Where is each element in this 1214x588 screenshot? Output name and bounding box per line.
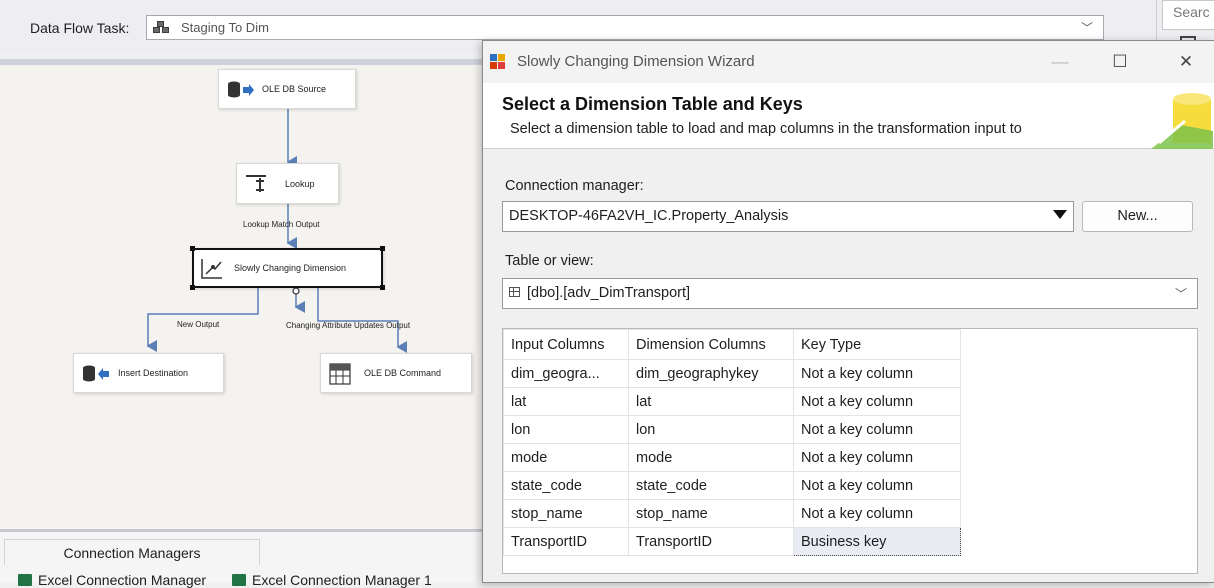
excel-connection-icon xyxy=(18,574,32,586)
close-icon[interactable]: ✕ xyxy=(1171,49,1201,75)
path-connectors xyxy=(146,108,407,353)
node-label: Slowly Changing Dimension xyxy=(234,263,347,273)
wizard-page-title: Select a Dimension Table and Keys xyxy=(502,94,803,114)
dimension-column-cell[interactable]: state_code xyxy=(628,471,794,500)
table-row[interactable]: mode mode Not a key column xyxy=(503,443,961,472)
connection-manager-name: Excel Connection Manager xyxy=(38,572,207,588)
table-or-view-select[interactable]: [dbo].[adv_DimTransport] ﹀ xyxy=(502,278,1198,309)
table-or-view-label: Table or view: xyxy=(505,253,594,269)
node-ole-db-source[interactable]: OLE DB Source xyxy=(218,69,356,109)
resize-handle[interactable] xyxy=(380,246,385,251)
node-lookup[interactable]: Lookup xyxy=(236,163,339,204)
key-type-cell[interactable]: Not a key column xyxy=(793,359,961,388)
key-type-cell[interactable]: Not a key column xyxy=(793,387,961,416)
key-type-cell[interactable]: Not a key column xyxy=(793,415,961,444)
connection-managers-panel: Connection Managers Excel Connection Man… xyxy=(0,529,482,588)
chevron-down-icon[interactable]: ﹀ xyxy=(1175,285,1187,302)
maximize-icon[interactable]: ☐ xyxy=(1105,49,1135,75)
connection-manager-item[interactable]: Excel Connection Manager 1 xyxy=(232,572,432,588)
column-header-input: Input Columns xyxy=(503,329,629,360)
chevron-down-icon[interactable]: ﹀ xyxy=(1081,19,1093,36)
input-column-cell[interactable]: lon xyxy=(503,415,629,444)
node-insert-destination[interactable]: Insert Destination xyxy=(73,353,224,393)
database-destination-icon xyxy=(83,365,109,382)
table-header-row: Input Columns Dimension Columns Key Type xyxy=(503,329,961,360)
wizard-dimension-art-icon xyxy=(1151,93,1213,149)
new-connection-button[interactable]: New... xyxy=(1082,201,1193,232)
dimension-column-cell[interactable]: mode xyxy=(628,443,794,472)
connection-manager-item[interactable]: Excel Connection Manager xyxy=(18,572,206,588)
data-flow-task-select[interactable]: Staging To Dim ﹀ xyxy=(146,15,1104,40)
path-label-changing-attribute: Changing Attribute Updates Output xyxy=(286,321,411,330)
input-column-cell[interactable]: state_code xyxy=(503,471,629,500)
input-column-cell[interactable]: lat xyxy=(503,387,629,416)
dimension-column-cell[interactable]: lon xyxy=(628,415,794,444)
wizard-window-title: Slowly Changing Dimension Wizard xyxy=(517,53,755,70)
connection-manager-value: DESKTOP-46FA2VH_IC.Property_Analysis xyxy=(509,208,789,224)
data-flow-task-icon xyxy=(153,21,171,34)
wizard-header: Select a Dimension Table and Keys Select… xyxy=(483,83,1214,149)
lookup-icon xyxy=(246,175,266,192)
resize-handle[interactable] xyxy=(190,285,195,290)
excel-connection-icon xyxy=(232,574,246,586)
node-label: Insert Destination xyxy=(118,368,189,378)
node-label: OLE DB Source xyxy=(262,84,327,94)
path-label-lookup-match: Lookup Match Output xyxy=(243,220,320,229)
canvas-header-strip xyxy=(0,59,482,65)
key-type-cell[interactable]: Not a key column xyxy=(793,499,961,528)
scd-wizard-dialog: Slowly Changing Dimension Wizard — ☐ ✕ S… xyxy=(482,40,1214,583)
table-row[interactable]: lat lat Not a key column xyxy=(503,387,961,416)
dropdown-arrow-icon[interactable] xyxy=(1053,210,1067,219)
node-ole-db-command[interactable]: OLE DB Command xyxy=(320,353,472,393)
table-or-view-selection: [dbo].[adv_DimTransport] xyxy=(509,285,690,301)
input-column-cell[interactable]: TransportID xyxy=(503,527,629,556)
minimize-icon[interactable]: — xyxy=(1045,49,1075,75)
path-label-new-output: New Output xyxy=(177,320,220,329)
table-row[interactable]: state_code state_code Not a key column xyxy=(503,471,961,500)
table-row[interactable]: lon lon Not a key column xyxy=(503,415,961,444)
key-type-cell[interactable]: Not a key column xyxy=(793,443,961,472)
input-column-cell[interactable]: mode xyxy=(503,443,629,472)
ole-db-command-icon xyxy=(329,363,351,385)
resize-handle[interactable] xyxy=(380,285,385,290)
column-mapping-grid[interactable]: Input Columns Dimension Columns Key Type… xyxy=(502,328,1198,574)
dimension-column-cell[interactable]: dim_geographykey xyxy=(628,359,794,388)
scd-icon xyxy=(201,259,222,279)
dimension-column-cell[interactable]: lat xyxy=(628,387,794,416)
connection-manager-name: Excel Connection Manager 1 xyxy=(252,572,432,588)
table-icon xyxy=(509,287,520,297)
column-mapping-table: Input Columns Dimension Columns Key Type… xyxy=(503,329,961,556)
database-source-icon xyxy=(228,81,254,98)
dimension-column-cell[interactable]: TransportID xyxy=(628,527,794,556)
connection-manager-label: Connection manager: xyxy=(505,178,644,194)
node-label: Lookup xyxy=(285,178,315,189)
table-row[interactable]: dim_geogra... dim_geographykey Not a key… xyxy=(503,359,961,388)
column-header-key-type: Key Type xyxy=(793,329,961,360)
data-flow-task-label: Data Flow Task: xyxy=(30,20,130,36)
node-label: OLE DB Command xyxy=(364,368,442,378)
table-row[interactable]: TransportID TransportID Business key xyxy=(503,527,961,556)
column-header-dimension: Dimension Columns xyxy=(628,329,794,360)
key-type-cell-selected[interactable]: Business key xyxy=(793,527,961,556)
path-anchor xyxy=(292,287,300,295)
data-flow-task-value: Staging To Dim xyxy=(181,20,269,35)
wizard-page-subtitle: Select a dimension table to load and map… xyxy=(510,121,1022,137)
input-column-cell[interactable]: dim_geogra... xyxy=(503,359,629,388)
search-input[interactable]: Searc xyxy=(1162,0,1214,30)
node-slowly-changing-dimension[interactable]: Slowly Changing Dimension xyxy=(190,246,385,290)
wizard-app-icon xyxy=(490,54,506,70)
input-column-cell[interactable]: stop_name xyxy=(503,499,629,528)
dimension-column-cell[interactable]: stop_name xyxy=(628,499,794,528)
connection-manager-select[interactable]: DESKTOP-46FA2VH_IC.Property_Analysis xyxy=(502,201,1074,232)
tab-connection-managers[interactable]: Connection Managers xyxy=(4,539,260,565)
path-new-output xyxy=(146,288,259,352)
key-type-cell[interactable]: Not a key column xyxy=(793,471,961,500)
wizard-title-bar[interactable]: Slowly Changing Dimension Wizard — ☐ ✕ xyxy=(483,41,1214,83)
resize-handle[interactable] xyxy=(190,246,195,251)
data-flow-canvas[interactable]: OLE DB Source Lookup Lookup Match Output… xyxy=(0,59,482,529)
path-changing-attribute xyxy=(317,288,407,353)
table-row[interactable]: stop_name stop_name Not a key column xyxy=(503,499,961,528)
table-or-view-value: [dbo].[adv_DimTransport] xyxy=(527,285,691,301)
